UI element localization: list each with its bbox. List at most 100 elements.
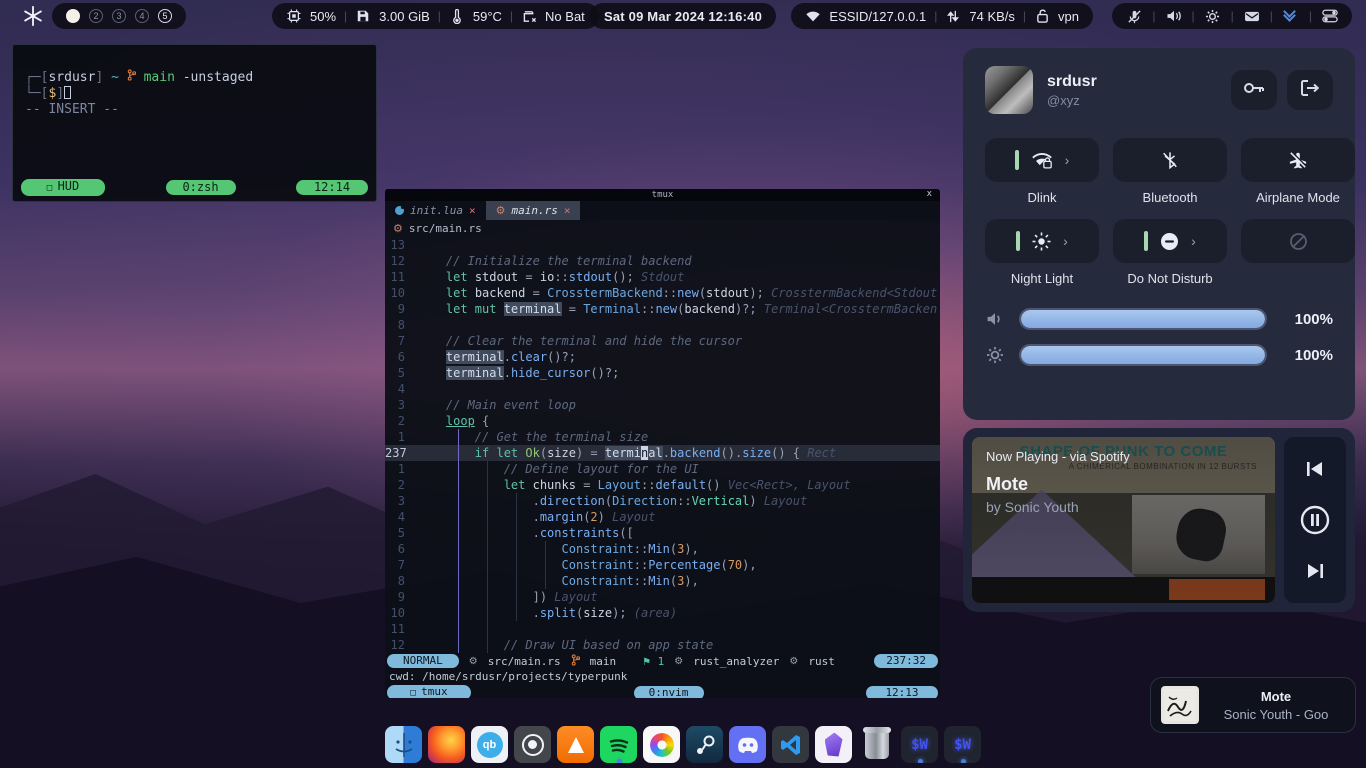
breadcrumb: ⚙ src/main.rs	[385, 220, 940, 237]
tab-close-icon[interactable]: ×	[469, 204, 476, 217]
dock-icon-obsidian[interactable]	[815, 726, 852, 763]
code-line: 2 let chunks = Layout::default() Vec<Rec…	[385, 477, 940, 493]
wifi-lock-icon	[1031, 151, 1053, 170]
notification-body: Sonic Youth - Goo	[1207, 707, 1345, 722]
chevron-right-icon: ›	[1063, 233, 1068, 249]
filetype-name: rust	[808, 655, 835, 668]
volume-slider[interactable]	[1019, 308, 1267, 330]
dock-icon-vscode[interactable]	[772, 726, 809, 763]
separator: |	[934, 9, 937, 23]
code-line: 9 ]) Layout	[385, 589, 940, 605]
separator: |	[1231, 9, 1234, 23]
chevron-down-icon[interactable]	[1283, 9, 1299, 23]
netspeed-text: 74 KB/s	[969, 9, 1015, 24]
datetime-text: Sat 09 Mar 2024 12:16:40	[604, 9, 762, 24]
code-line: 10 .split(size); (area)	[385, 605, 940, 621]
code-line: 11	[385, 621, 940, 637]
tmux-clock: 12:13	[866, 686, 938, 699]
speaker-icon[interactable]	[1166, 8, 1182, 24]
dock-icon-trash[interactable]	[858, 726, 895, 763]
dock-icon-firefox[interactable]	[428, 726, 465, 763]
sw-label: $W	[954, 737, 971, 753]
album-art[interactable]: SHAPE OF PUNK TO COME A CHIMERICAL BOMBI…	[972, 437, 1275, 603]
dock-icon-sw-1[interactable]: $W	[901, 726, 938, 763]
code-area[interactable]: 1312 // Initialize the terminal backend1…	[385, 237, 940, 653]
clock[interactable]: Sat 09 Mar 2024 12:16:40	[590, 3, 776, 29]
memory-value: 3.00 GiB	[379, 9, 430, 24]
separator: |	[1023, 9, 1026, 23]
volume-value: 100%	[1281, 311, 1333, 328]
slider-fill	[1021, 346, 1265, 364]
dock-icon-files[interactable]	[385, 726, 422, 763]
tab-main-rs[interactable]: ⚙ main.rs ×	[486, 201, 581, 220]
toggle-cell: › Do Not Disturb	[1113, 219, 1227, 286]
vpn-text: vpn	[1058, 9, 1079, 24]
toggle-airplane-mode[interactable]	[1241, 138, 1355, 182]
qbittorrent-label: qb	[477, 732, 503, 758]
workspace-4[interactable]: 4	[135, 9, 149, 23]
prompt-line-1: ┌─[srdusr] ~ main -unstaged	[25, 69, 364, 86]
dock-icon-sw-2[interactable]: $W	[944, 726, 981, 763]
git-branch-name: main	[590, 655, 617, 668]
lock-keys-button[interactable]	[1231, 70, 1277, 110]
dock-icon-spotify[interactable]	[600, 726, 637, 763]
toggle-night-light[interactable]: ›	[985, 219, 1099, 263]
tmux-window-name[interactable]: 0:nvim	[634, 686, 704, 699]
previous-track-button[interactable]	[1304, 460, 1326, 478]
dock-icon-photos[interactable]	[643, 726, 680, 763]
dock-icon-discord[interactable]	[729, 726, 766, 763]
toggle-label: Airplane Mode	[1256, 190, 1340, 205]
toggle-label: Do Not Disturb	[1127, 271, 1212, 286]
rust-file-icon: ⚙	[469, 656, 478, 667]
brightness-value: 100%	[1281, 347, 1333, 364]
dock-icon-vlc[interactable]	[557, 726, 594, 763]
nixos-logo-icon[interactable]	[22, 5, 44, 32]
terminal-window[interactable]: ┌─[srdusr] ~ main -unstaged └─[$] -- INS…	[12, 44, 377, 202]
tmux-window-name[interactable]: 0:zsh	[166, 180, 236, 195]
toggle-dlink[interactable]: ›	[985, 138, 1099, 182]
editor-window[interactable]: tmux x init.lua × ⚙ main.rs × ⚙ src/main…	[385, 189, 940, 698]
code-line: 13	[385, 237, 940, 253]
window-titlebar: tmux x	[385, 189, 940, 201]
brightness-slider-row: 100%	[985, 344, 1333, 366]
brightness-slider[interactable]	[1019, 344, 1267, 366]
indent-guide	[545, 541, 546, 589]
microphone-muted-icon[interactable]	[1126, 8, 1142, 24]
dock-icon-qbittorrent[interactable]: qb	[471, 726, 508, 763]
song-notification[interactable]: Mote Sonic Youth - Goo	[1150, 677, 1356, 733]
battery-status: No Bat	[545, 9, 585, 24]
lock-open-icon	[1034, 8, 1050, 24]
tmux-session-name[interactable]: □ tmux	[387, 685, 471, 698]
volume-icon	[985, 311, 1005, 327]
separator: |	[438, 9, 441, 23]
tmux-session-name[interactable]: □ HUD	[21, 179, 105, 196]
toggle-do-not-disturb[interactable]: ›	[1113, 219, 1227, 263]
tab-close-icon[interactable]: ×	[564, 204, 571, 217]
toggle-label: Bluetooth	[1143, 190, 1198, 205]
tab-init-lua[interactable]: init.lua ×	[385, 201, 486, 220]
close-window-button[interactable]: x	[927, 189, 932, 199]
toggle-bluetooth[interactable]	[1113, 138, 1227, 182]
dock-icon-steam[interactable]	[686, 726, 723, 763]
workspace-1[interactable]	[66, 9, 80, 23]
top-status-bar: 2345 50% | 3.00 GiB | 59°C | No Bat Sat …	[0, 0, 1366, 32]
toggle-blocked[interactable]	[1241, 219, 1355, 263]
cwd-line: cwd: /home/srdusr/projects/typerpunk	[385, 669, 940, 684]
track-title: Mote	[986, 474, 1130, 495]
workspace-2[interactable]: 2	[89, 9, 103, 23]
blocked-icon	[1289, 232, 1308, 251]
mail-icon[interactable]	[1244, 8, 1260, 24]
workspace-5[interactable]: 5	[158, 9, 172, 23]
code-line: 12 // Draw UI based on app state	[385, 637, 940, 653]
code-line: 1 // Define layout for the UI	[385, 461, 940, 477]
dock-icon-obs[interactable]	[514, 726, 551, 763]
vim-mode-badge: NORMAL	[387, 654, 459, 668]
separator: |	[1192, 9, 1195, 23]
media-player-card: SHAPE OF PUNK TO COME A CHIMERICAL BOMBI…	[963, 428, 1355, 612]
toggles-icon[interactable]	[1322, 8, 1338, 24]
logout-button[interactable]	[1287, 70, 1333, 110]
workspace-3[interactable]: 3	[112, 9, 126, 23]
pause-button[interactable]	[1300, 505, 1330, 535]
next-track-button[interactable]	[1304, 562, 1326, 580]
settings-gear-icon[interactable]	[1205, 8, 1221, 24]
